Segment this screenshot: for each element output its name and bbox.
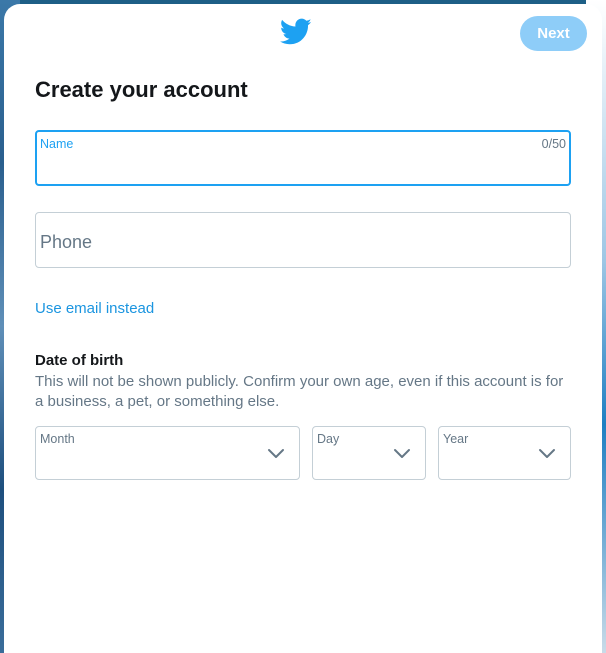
day-select-label: Day [317,432,340,446]
name-char-counter: 0/50 [541,137,566,151]
name-field[interactable]: Name 0/50 [35,130,571,186]
modal-header: Next [4,4,602,60]
phone-field-label: Phone [40,232,93,252]
use-email-instead-link[interactable]: Use email instead [35,300,154,317]
day-select[interactable]: Day [312,426,426,480]
month-select-label: Month [40,432,75,446]
name-input[interactable] [40,158,560,180]
chevron-down-icon [394,449,410,458]
phone-field[interactable]: Phone [35,212,571,268]
year-select[interactable]: Year [438,426,571,480]
page-title: Create your account [35,77,248,102]
chevron-down-icon [539,449,555,458]
year-select-label: Year [443,432,469,446]
dob-description: This will not be shown publicly. Confirm… [35,373,564,410]
name-field-label: Name [40,137,74,151]
month-select[interactable]: Month [35,426,300,480]
chevron-down-icon [268,449,284,458]
twitter-bird-icon [279,18,312,46]
next-button[interactable]: Next [520,16,587,51]
dob-heading: Date of birth [35,352,124,369]
signup-modal: Next Create your account Name 0/50 Phone… [4,4,602,653]
